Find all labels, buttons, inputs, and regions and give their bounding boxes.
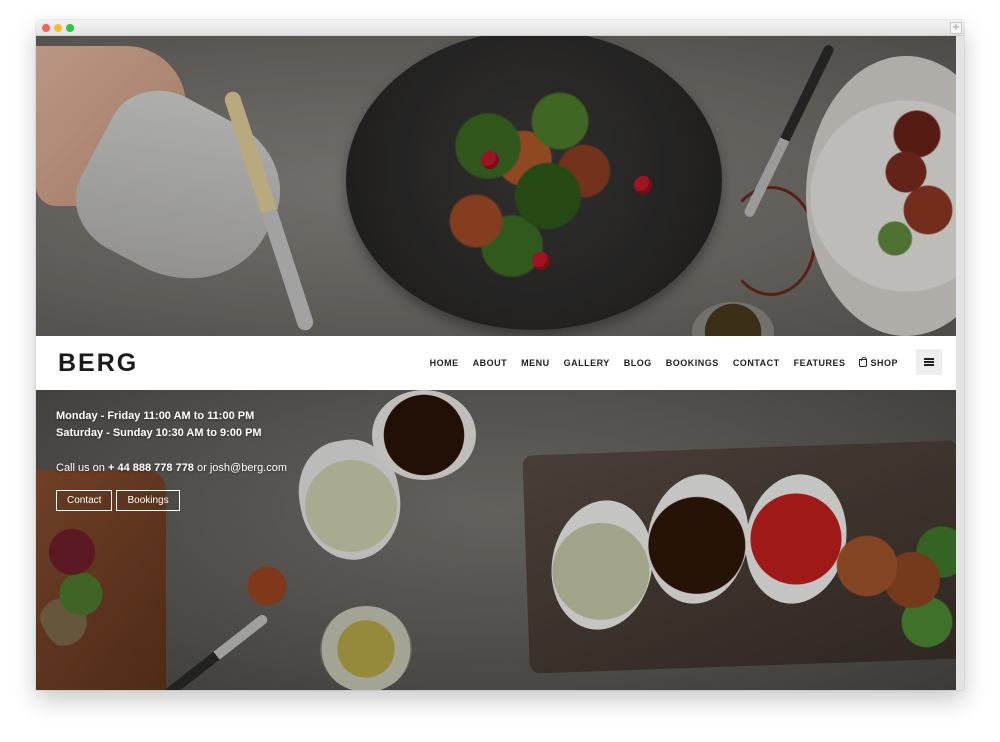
menu-toggle-button[interactable] — [916, 349, 942, 375]
call-prefix: Call us on — [56, 462, 108, 474]
close-window-icon[interactable] — [42, 24, 50, 32]
site-header: BERG HOME ABOUT MENU GALLERY BLOG BOOKIN… — [36, 336, 956, 390]
nav-blog[interactable]: BLOG — [624, 358, 652, 368]
nav-shop[interactable]: SHOP — [859, 357, 898, 368]
scrollbar[interactable] — [956, 36, 964, 690]
nav-shop-label: SHOP — [870, 358, 898, 368]
nav-about[interactable]: ABOUT — [473, 358, 508, 368]
hours-weekday: Monday - Friday 11:00 AM to 11:00 PM — [56, 410, 255, 422]
phone-number[interactable]: + 44 888 778 778 — [108, 462, 194, 474]
maximize-window-icon[interactable] — [66, 24, 74, 32]
hero-buttons: Contact Bookings — [56, 490, 287, 511]
nav-menu[interactable]: MENU — [521, 358, 550, 368]
page-viewport: BERG HOME ABOUT MENU GALLERY BLOG BOOKIN… — [36, 36, 956, 690]
nav-contact[interactable]: CONTACT — [733, 358, 780, 368]
nav-home[interactable]: HOME — [430, 358, 459, 368]
email-link[interactable]: josh@berg.com — [210, 462, 287, 474]
minimize-window-icon[interactable] — [54, 24, 62, 32]
nav-bookings[interactable]: BOOKINGS — [666, 358, 719, 368]
hours-weekend: Saturday - Sunday 10:30 AM to 9:00 PM — [56, 427, 262, 439]
nav-gallery[interactable]: GALLERY — [564, 358, 610, 368]
hero-image-top — [36, 36, 956, 362]
image-overlay — [36, 36, 956, 336]
browser-titlebar: + — [36, 20, 964, 36]
or-text: or — [193, 462, 210, 474]
site-logo[interactable]: BERG — [58, 349, 138, 378]
hamburger-icon — [924, 358, 934, 366]
hero-info: Monday - Friday 11:00 AM to 11:00 PM Sat… — [56, 408, 287, 511]
main-nav: HOME ABOUT MENU GALLERY BLOG BOOKINGS CO… — [416, 336, 898, 390]
expand-icon[interactable]: + — [950, 22, 962, 34]
opening-hours: Monday - Friday 11:00 AM to 11:00 PM Sat… — [56, 408, 287, 442]
bookings-button[interactable]: Bookings — [116, 490, 180, 511]
browser-window: + BERG HOME ABOUT MENU GALLERY BLOG BOOK… — [36, 20, 964, 690]
shopping-bag-icon — [859, 357, 868, 367]
contact-button[interactable]: Contact — [56, 490, 113, 511]
nav-features[interactable]: FEATURES — [794, 358, 846, 368]
contact-line: Call us on + 44 888 778 778 or josh@berg… — [56, 461, 287, 475]
